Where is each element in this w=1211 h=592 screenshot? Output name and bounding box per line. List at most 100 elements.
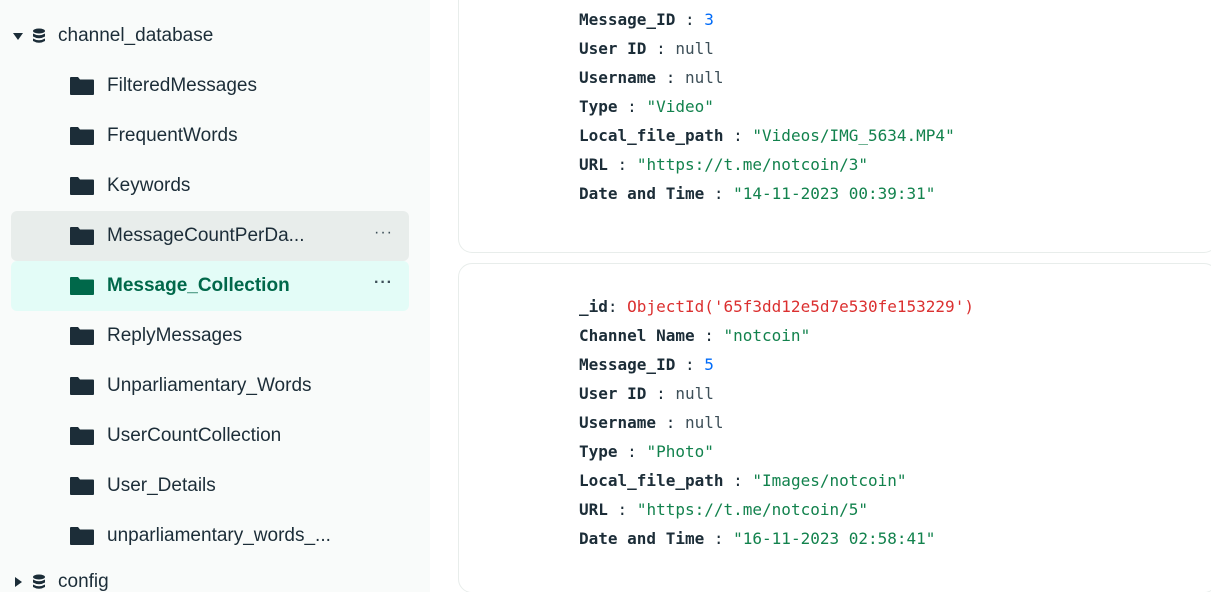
folder-icon	[69, 326, 95, 346]
database-name: channel_database	[58, 25, 214, 46]
document-field: Type : "Video"	[579, 92, 955, 121]
document-field: Local_file_path : "Images/notcoin"	[579, 466, 974, 495]
document-field: Date and Time : "16-11-2023 02:58:41"	[579, 524, 974, 553]
document-field: User ID : null	[579, 34, 955, 63]
field-key: Message_ID	[579, 10, 676, 29]
field-separator: :	[694, 326, 724, 345]
field-value[interactable]: null	[685, 413, 724, 432]
folder-icon	[69, 176, 95, 196]
document-field: URL : "https://t.me/notcoin/5"	[579, 495, 974, 524]
document-fields: Message_ID : 3 User ID : null Username : n…	[579, 5, 955, 208]
field-separator: :	[704, 184, 734, 203]
field-value[interactable]: null	[685, 68, 724, 87]
collection-item[interactable]: unparliamentary_words_...	[11, 511, 409, 561]
field-separator: :	[723, 471, 753, 490]
field-value[interactable]: "https://t.me/notcoin/5"	[637, 500, 868, 519]
database-item-channel-database[interactable]: channel_database	[0, 16, 213, 56]
field-separator: :	[646, 384, 676, 403]
field-value[interactable]: "notcoin"	[724, 326, 811, 345]
document-field: Date and Time : "14-11-2023 00:39:31"	[579, 179, 955, 208]
field-value[interactable]: ObjectId('65f3dd12e5d7e530fe153229')	[627, 297, 974, 316]
field-separator: :	[675, 355, 705, 374]
field-separator: :	[656, 68, 685, 87]
field-value[interactable]: null	[675, 39, 714, 58]
field-value[interactable]: null	[675, 384, 714, 403]
collection-item[interactable]: FilteredMessages	[11, 61, 409, 111]
folder-icon	[69, 126, 95, 146]
folder-icon	[69, 376, 95, 396]
app-window: channel_database FilteredMessages Frequen…	[0, 0, 1211, 592]
field-separator: :	[723, 126, 753, 145]
document-field: URL : "https://t.me/notcoin/3"	[579, 150, 955, 179]
field-separator: :	[646, 39, 676, 58]
field-key: Type	[579, 97, 618, 116]
field-value[interactable]: "Photo"	[646, 442, 713, 461]
field-separator: :	[675, 10, 705, 29]
documents-panel: Message_ID : 3 User ID : null Username : n…	[430, 0, 1211, 592]
field-value[interactable]: "Images/notcoin"	[752, 471, 906, 490]
field-key: URL	[579, 500, 608, 519]
field-separator: :	[617, 97, 647, 116]
field-key: Message_ID	[579, 355, 676, 374]
field-value[interactable]: "Videos/IMG_5634.MP4"	[752, 126, 954, 145]
document-field: Type : "Photo"	[579, 437, 974, 466]
collection-name: FilteredMessages	[107, 75, 257, 96]
collection-item[interactable]: Message_Collection ···	[11, 261, 409, 311]
folder-icon	[69, 426, 95, 446]
folder-icon	[69, 476, 95, 496]
field-value[interactable]: "https://t.me/notcoin/3"	[637, 155, 868, 174]
field-key: Local_file_path	[579, 471, 724, 490]
collection-item[interactable]: ReplyMessages	[11, 311, 409, 361]
field-key: Local_file_path	[579, 126, 724, 145]
field-separator: :	[607, 155, 637, 174]
document-field: Message_ID : 5	[579, 350, 974, 379]
field-key: User ID	[579, 384, 647, 403]
document-field: Username : null	[579, 408, 974, 437]
folder-icon	[69, 76, 95, 96]
collection-item[interactable]: MessageCountPerDa... ···	[11, 211, 409, 261]
collection-name: MessageCountPerDa...	[107, 225, 305, 246]
collection-name: unparliamentary_words_...	[107, 525, 331, 546]
document-field: User ID : null	[579, 379, 974, 408]
field-key: Type	[579, 442, 618, 461]
collection-name: ReplyMessages	[107, 325, 243, 346]
database-item-config[interactable]: config	[0, 562, 109, 592]
caret-down-icon[interactable]	[8, 30, 28, 42]
more-options-icon[interactable]: ···	[374, 274, 393, 292]
field-value[interactable]: 3	[704, 10, 714, 29]
folder-icon	[69, 276, 95, 296]
document-field: Local_file_path : "Videos/IMG_5634.MP4"	[579, 121, 955, 150]
more-options-icon[interactable]: ···	[374, 224, 393, 242]
field-key: Date and Time	[579, 184, 705, 203]
collection-item[interactable]: Keywords	[11, 161, 409, 211]
field-key: _id	[579, 297, 608, 316]
collection-item[interactable]: FrequentWords	[11, 111, 409, 161]
field-separator: :	[704, 529, 734, 548]
document-field: Username : null	[579, 63, 955, 92]
field-value[interactable]: "16-11-2023 02:58:41"	[733, 529, 935, 548]
folder-icon	[69, 226, 95, 246]
collection-item[interactable]: Unparliamentary_Words	[11, 361, 409, 411]
document-field: Channel Name : "notcoin"	[579, 321, 974, 350]
database-icon	[32, 574, 46, 590]
collection-name: Message_Collection	[107, 275, 290, 296]
document-fields: _id: ObjectId('65f3dd12e5d7e530fe153229'…	[579, 292, 974, 553]
document-card[interactable]: _id: ObjectId('65f3dd12e5d7e530fe153229'…	[458, 263, 1211, 592]
collection-name: UserCountCollection	[107, 425, 282, 446]
field-value[interactable]: 5	[704, 355, 714, 374]
database-name: config	[58, 571, 109, 592]
field-value[interactable]: "Video"	[646, 97, 713, 116]
document-card[interactable]: Message_ID : 3 User ID : null Username : n…	[458, 0, 1211, 253]
caret-right-icon[interactable]	[8, 576, 28, 588]
folder-icon	[69, 526, 95, 546]
field-value[interactable]: "14-11-2023 00:39:31"	[733, 184, 935, 203]
collection-item[interactable]: User_Details	[11, 461, 409, 511]
field-separator: :	[607, 500, 637, 519]
field-key: URL	[579, 155, 608, 174]
document-field: Message_ID : 3	[579, 5, 955, 34]
collection-item[interactable]: UserCountCollection	[11, 411, 409, 461]
field-separator: :	[617, 442, 647, 461]
field-key: Username	[579, 413, 657, 432]
field-key: Username	[579, 68, 657, 87]
sidebar: channel_database FilteredMessages Frequen…	[0, 0, 430, 592]
